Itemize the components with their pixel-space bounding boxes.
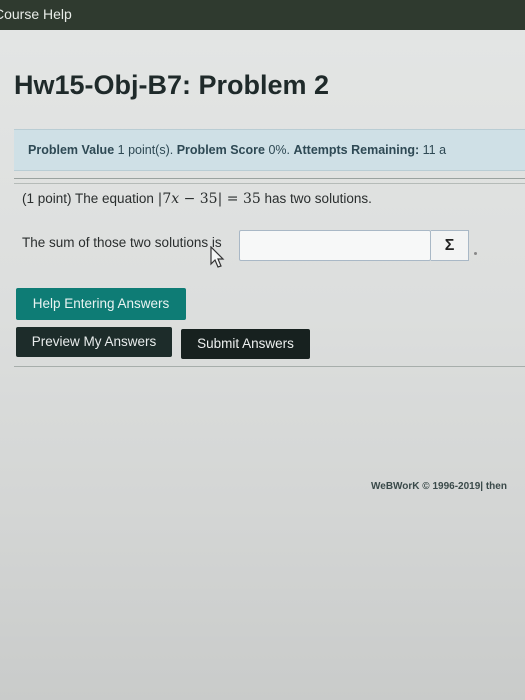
submit-answers-button[interactable]: Submit Answers bbox=[181, 329, 310, 359]
divider bbox=[14, 366, 525, 367]
course-help-link[interactable]: Course Help bbox=[0, 6, 72, 22]
attempts-remaining-value: 11 a bbox=[422, 143, 447, 157]
problem-statement: (1 point) The equation |7x − 35| = 35 ha… bbox=[22, 191, 372, 207]
problem-score-label: Problem Score bbox=[176, 143, 265, 157]
divider bbox=[14, 183, 525, 184]
preview-answers-button[interactable]: Preview My Answers bbox=[16, 327, 172, 357]
mouse-pointer-icon bbox=[210, 246, 225, 268]
equation-variable: x bbox=[171, 191, 180, 207]
problem-info-bar: Problem Value 1 point(s). Problem Score … bbox=[14, 129, 525, 171]
problem-value: 1 point(s). bbox=[117, 143, 174, 157]
divider bbox=[14, 178, 525, 179]
attempts-remaining-label: Attempts Remaining: bbox=[293, 143, 420, 157]
decorative-dot bbox=[474, 252, 477, 255]
problem-value-label: Problem Value bbox=[28, 143, 115, 157]
footer-copyright: WeBWorK © 1996-2019| then bbox=[371, 481, 507, 492]
equation: |7x − 35| = 35 bbox=[158, 191, 261, 207]
answer-input[interactable] bbox=[239, 230, 431, 261]
equation-rhs: = 35 bbox=[222, 191, 261, 207]
help-entering-answers-button[interactable]: Help Entering Answers bbox=[16, 288, 186, 320]
page-title: Hw15-Obj-B7: Problem 2 bbox=[14, 70, 330, 100]
sigma-icon[interactable]: Σ bbox=[431, 230, 469, 261]
problem-outro: has two solutions. bbox=[264, 191, 372, 206]
top-nav-bar: Course Help bbox=[0, 0, 525, 30]
problem-intro: (1 point) The equation bbox=[22, 191, 154, 206]
sum-prompt: The sum of those two solutions is bbox=[22, 235, 222, 250]
equation-lhs-rest: − 35| bbox=[179, 191, 223, 207]
problem-score: 0%. bbox=[268, 143, 290, 157]
equation-lhs-open: |7 bbox=[157, 191, 172, 207]
